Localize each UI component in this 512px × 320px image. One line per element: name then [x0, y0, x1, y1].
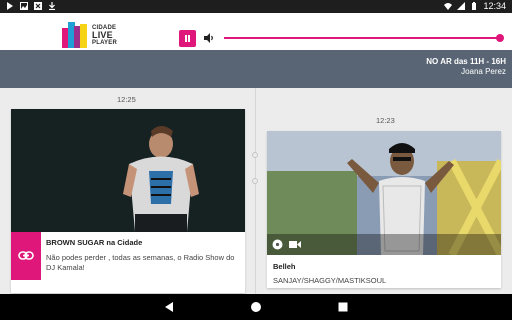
- card-description: Não podes perder , todas as semanas, o R…: [46, 253, 235, 272]
- pause-button[interactable]: [179, 30, 196, 47]
- link-button[interactable]: [11, 232, 41, 280]
- on-air-host: Joana Perez: [461, 67, 506, 76]
- card-title: BROWN SUGAR na Cidade: [46, 238, 143, 247]
- timeline-card-belleh[interactable]: Belleh SANJAY/SHAGGY/MASTIKSOUL: [267, 131, 501, 288]
- clock: 12:34: [483, 1, 506, 11]
- timeline-dot: [252, 178, 258, 184]
- volume-slider[interactable]: [224, 34, 504, 42]
- player-bar: CIDADE LIVE PLAYER: [0, 13, 512, 50]
- volume-slider-fill: [224, 37, 500, 39]
- on-air-banner: NO AR das 11H - 16H Joana Perez: [0, 50, 512, 88]
- timeline-item-time: 12:23: [376, 116, 395, 125]
- x-icon: [34, 2, 42, 10]
- timeline-dot: [252, 152, 258, 158]
- card-subtitle: SANJAY/SHAGGY/MASTIKSOUL: [273, 276, 387, 285]
- logo-line3: PLAYER: [92, 40, 117, 46]
- card-image: [11, 109, 245, 232]
- timeline[interactable]: 12:25 BROWN SUGAR na Cidade Não podes pe…: [0, 88, 512, 294]
- on-air-schedule: NO AR das 11H - 16H: [426, 57, 506, 66]
- media-bar: [267, 234, 501, 255]
- timeline-item-time: 12:25: [117, 95, 136, 104]
- volume-slider-thumb[interactable]: [496, 34, 504, 42]
- signal-icon: [457, 2, 466, 10]
- photo-icon: [20, 2, 28, 10]
- play-store-icon: [7, 2, 13, 10]
- app-logo: CIDADE LIVE PLAYER: [62, 22, 122, 48]
- timeline-card-brown-sugar[interactable]: BROWN SUGAR na Cidade Não podes perder ,…: [11, 109, 245, 293]
- link-icon: [18, 251, 34, 260]
- card-title: Belleh: [273, 262, 296, 271]
- download-icon: [49, 2, 55, 10]
- back-icon[interactable]: [163, 301, 175, 313]
- navigation-bar: [0, 294, 512, 320]
- status-bar: 12:34: [0, 0, 512, 13]
- video-camera-icon[interactable]: [289, 240, 301, 249]
- recents-icon[interactable]: [337, 301, 349, 313]
- timeline-line: [255, 88, 256, 294]
- disc-icon[interactable]: [272, 239, 283, 250]
- logo-line2: LIVE: [92, 30, 113, 40]
- battery-icon: [472, 2, 477, 10]
- volume-icon[interactable]: [203, 32, 215, 44]
- home-icon[interactable]: [250, 301, 262, 313]
- wifi-icon: [444, 3, 453, 10]
